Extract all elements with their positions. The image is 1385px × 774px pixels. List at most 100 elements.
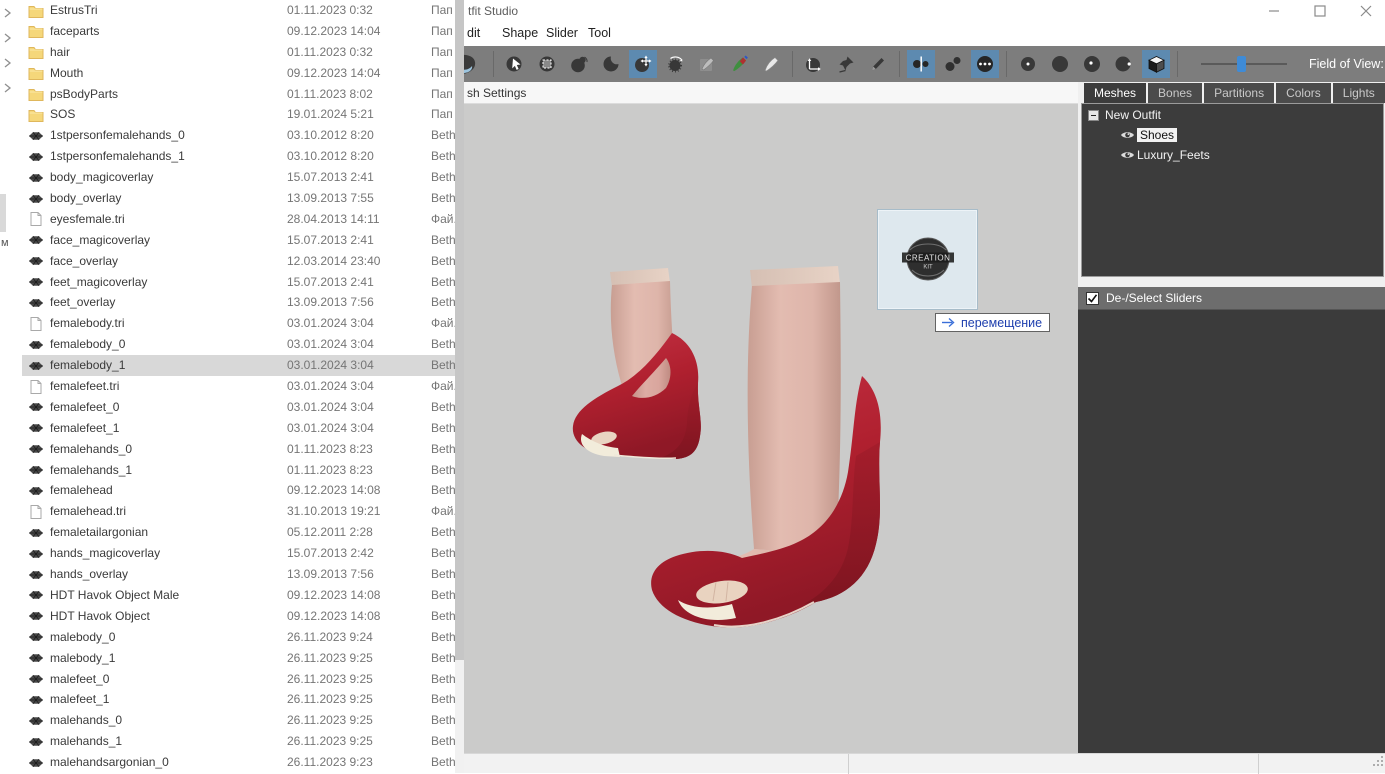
file-row[interactable]: femalebody_103.01.2024 3:04Beth (22, 355, 455, 376)
file-row[interactable]: 1stpersonfemalehands_103.10.2012 8:20Bet… (22, 146, 455, 167)
file-row[interactable]: malebody_126.11.2023 9:25Beth (22, 648, 455, 669)
file-row[interactable]: face_magicoverlay15.07.2013 2:41Beth (22, 230, 455, 251)
file-row[interactable]: psBodyParts01.11.2023 8:02Пап (22, 84, 455, 105)
tab-lights[interactable]: Lights (1333, 83, 1385, 103)
file-row[interactable]: feet_magicoverlay15.07.2013 2:41Beth (22, 272, 455, 293)
title-bar[interactable]: tfit Studio (464, 0, 1385, 22)
file-row[interactable]: feet_overlay13.09.2013 7:56Beth (22, 292, 455, 313)
file-row[interactable]: SOS19.01.2024 5:21Пап (22, 104, 455, 125)
mask-brush[interactable] (533, 50, 561, 78)
fov-slider-thumb[interactable] (1237, 56, 1246, 72)
file-row[interactable]: 1stpersonfemalehands_003.10.2012 8:20Bet… (22, 125, 455, 146)
file-row[interactable]: malebody_026.11.2023 9:24Beth (22, 627, 455, 648)
minimize-button[interactable] (1259, 2, 1289, 20)
vertex-view-plain[interactable] (1046, 50, 1074, 78)
drag-ghost-file-icon: CREATION KIT (877, 209, 978, 310)
fov-slider[interactable] (1201, 55, 1287, 73)
select-tool[interactable] (501, 50, 529, 78)
file-row[interactable]: femalehead.tri31.10.2013 19:21Фай. (22, 501, 455, 522)
file-name: femalefeet_0 (50, 397, 119, 418)
file-row[interactable]: hands_overlay13.09.2013 7:56Beth (22, 564, 455, 585)
file-row[interactable]: malehandsargonian_026.11.2023 9:23Beth (22, 752, 455, 773)
tri-file-icon (28, 505, 44, 519)
viewport-3d[interactable]: CREATION KIT перемещение (464, 104, 1078, 753)
tree-item-shoes[interactable]: Shoes (1082, 126, 1383, 144)
sliders-list[interactable] (1078, 309, 1385, 753)
explorer-scrollbar[interactable] (455, 0, 464, 773)
tree-item-luxury_feets[interactable]: Luxury_Feets (1082, 146, 1383, 164)
tab-colors[interactable]: Colors (1276, 83, 1331, 103)
file-row[interactable]: Mouth09.12.2023 14:04Пап (22, 63, 455, 84)
inflate-brush[interactable] (565, 50, 593, 78)
mesh-file-icon (28, 192, 44, 206)
pivot-pin-tool[interactable] (832, 50, 860, 78)
file-row[interactable]: femalefeet_003.01.2024 3:04Beth (22, 397, 455, 418)
expand-chevron-icon[interactable] (2, 80, 12, 90)
collapse-box-icon[interactable] (1088, 110, 1099, 121)
file-row[interactable]: malehands_026.11.2023 9:25Beth (22, 710, 455, 731)
file-row[interactable]: EstrusTri01.11.2023 0:32Пап (22, 0, 455, 21)
file-row[interactable]: malefeet_026.11.2023 9:25Beth (22, 669, 455, 690)
resize-grip[interactable] (1372, 754, 1384, 772)
menu-slider[interactable]: Slider (546, 26, 578, 40)
file-row[interactable]: faceparts09.12.2023 14:04Пап (22, 21, 455, 42)
color-paint-brush[interactable] (725, 50, 753, 78)
file-row[interactable]: femalehands_001.11.2023 8:23Beth (22, 439, 455, 460)
connected-vertices-toggle[interactable] (939, 50, 967, 78)
file-row[interactable]: face_overlay12.03.2014 23:40Beth (22, 251, 455, 272)
vertex-view-dot-right[interactable] (1110, 50, 1138, 78)
textured-view-toggle[interactable] (1142, 50, 1170, 78)
global-brush-toggle[interactable] (971, 50, 999, 78)
deflate-brush[interactable] (597, 50, 625, 78)
file-row[interactable]: HDT Havok Object Male09.12.2023 14:08Bet… (22, 585, 455, 606)
left-shoe-mesh[interactable] (573, 268, 701, 459)
tab-partitions[interactable]: Partitions (1204, 83, 1274, 103)
expand-chevron-icon[interactable] (2, 5, 12, 15)
expand-chevron-icon[interactable] (2, 30, 12, 40)
weight-paint-brush[interactable] (693, 50, 721, 78)
expand-chevron-icon[interactable] (2, 55, 12, 65)
eye-visibility-icon[interactable] (1120, 149, 1135, 161)
sliders-checkbox[interactable] (1086, 292, 1099, 305)
menu-shape[interactable]: Shape (502, 26, 538, 40)
file-row[interactable]: body_magicoverlay15.07.2013 2:41Beth (22, 167, 455, 188)
vertex-view-dot[interactable] (1078, 50, 1106, 78)
smooth-brush[interactable] (661, 50, 689, 78)
tab-bones[interactable]: Bones (1148, 83, 1202, 103)
file-row[interactable]: hair01.11.2023 0:32Пап (22, 42, 455, 63)
edit-pencil-tool[interactable] (864, 50, 892, 78)
move-brush[interactable] (629, 50, 657, 78)
file-row[interactable]: malehands_126.11.2023 9:25Beth (22, 731, 455, 752)
tab-meshes[interactable]: Meshes (1084, 83, 1146, 103)
close-button[interactable] (1351, 2, 1381, 20)
file-name: femalefeet.tri (50, 376, 119, 397)
x-mirror-toggle[interactable] (907, 50, 935, 78)
file-row[interactable]: femaletailargonian05.12.2011 2:28Beth (22, 522, 455, 543)
viewport-3d-render[interactable] (464, 104, 1078, 753)
file-row[interactable]: femalefeet.tri03.01.2024 3:04Фай. (22, 376, 455, 397)
file-row[interactable]: femalehands_101.11.2023 8:23Beth (22, 460, 455, 481)
file-name: femalehands_1 (50, 460, 132, 481)
explorer-scrollbar-thumb[interactable] (455, 0, 464, 660)
menu-dit[interactable]: dit (467, 26, 480, 40)
eye-visibility-icon[interactable] (1120, 129, 1135, 141)
file-row[interactable]: femalehead09.12.2023 14:08Beth (22, 480, 455, 501)
menu-tool[interactable]: Tool (588, 26, 611, 40)
transform-tool[interactable] (800, 50, 828, 78)
file-date: 01.11.2023 8:23 (287, 439, 373, 460)
tree-item-new-outfit[interactable]: New Outfit (1082, 106, 1383, 124)
file-row[interactable]: femalebody_003.01.2024 3:04Beth (22, 334, 455, 355)
alpha-paint-brush[interactable] (757, 50, 785, 78)
file-row[interactable]: eyesfemale.tri28.04.2013 14:11Фай. (22, 209, 455, 230)
file-row[interactable]: malefeet_126.11.2023 9:25Beth (22, 689, 455, 710)
file-row[interactable]: femalebody.tri03.01.2024 3:04Фай. (22, 313, 455, 334)
file-row[interactable]: femalefeet_103.01.2024 3:04Beth (22, 418, 455, 439)
file-date: 03.01.2024 3:04 (287, 376, 374, 397)
maximize-button[interactable] (1305, 2, 1335, 20)
file-date: 26.11.2023 9:23 (287, 752, 373, 773)
pose-brush-partial-icon[interactable] (464, 50, 484, 78)
vertex-view-small[interactable] (1014, 50, 1042, 78)
file-row[interactable]: HDT Havok Object09.12.2023 14:08Beth (22, 606, 455, 627)
file-row[interactable]: hands_magicoverlay15.07.2013 2:42Beth (22, 543, 455, 564)
file-row[interactable]: body_overlay13.09.2013 7:55Beth (22, 188, 455, 209)
